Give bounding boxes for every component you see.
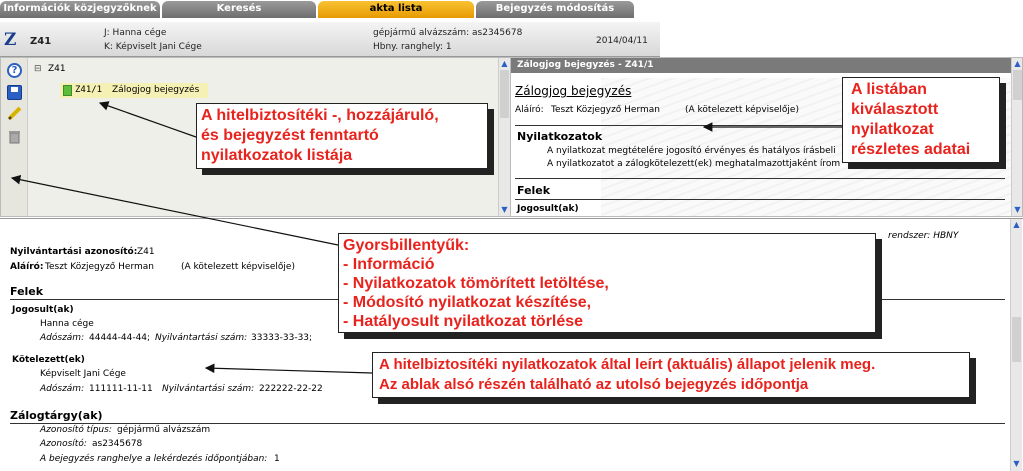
callout-keys-line-3: - Nyilatkozatok tömörített letöltése,: [343, 275, 609, 292]
callout-shortcuts: Gyorsbillentyűk: - Információ - Nyilatko…: [338, 233, 876, 333]
callout-detail-line-3: nyilatkozat: [851, 121, 934, 138]
callout-state-line-1: A hitelbiztosítéki nyilatkozatok által l…: [379, 356, 876, 373]
callout-detail-line-2: kiválasztott: [851, 101, 939, 118]
callout-state-line-2: Az ablak alsó részén található az utolsó…: [379, 376, 809, 393]
callout-detail-line-1: A listában: [851, 81, 927, 98]
callout-detail-line-4: részletes adatai: [851, 141, 971, 158]
callout-current-state: A hitelbiztosítéki nyilatkozatok által l…: [372, 352, 970, 398]
arrow-to-toolbar: [10, 174, 339, 246]
callout-keys-line-4: - Módosító nyilatkozat készítése,: [343, 294, 592, 311]
arrow-to-state: [204, 363, 373, 374]
callout-statement-list: A hitelbiztosítéki -, hozzájáruló, és be…: [196, 103, 488, 169]
callout-list-line-1: A hitelbiztosítéki -, hozzájáruló,: [201, 107, 439, 124]
callout-list-line-3: nyilatkozatok listája: [201, 147, 353, 164]
callout-keys-line-2: - Információ: [343, 256, 435, 273]
callout-keys-line-5: - Hatályosult nyilatkozat törlése: [343, 313, 584, 330]
callout-statement-detail: A listában kiválasztott nyilatkozat rész…: [842, 77, 1000, 163]
callout-list-line-2: és bejegyzést fenntartó: [201, 127, 379, 144]
callout-keys-line-1: Gyorsbillentyűk:: [343, 237, 470, 254]
arrow-to-list: [98, 101, 197, 138]
